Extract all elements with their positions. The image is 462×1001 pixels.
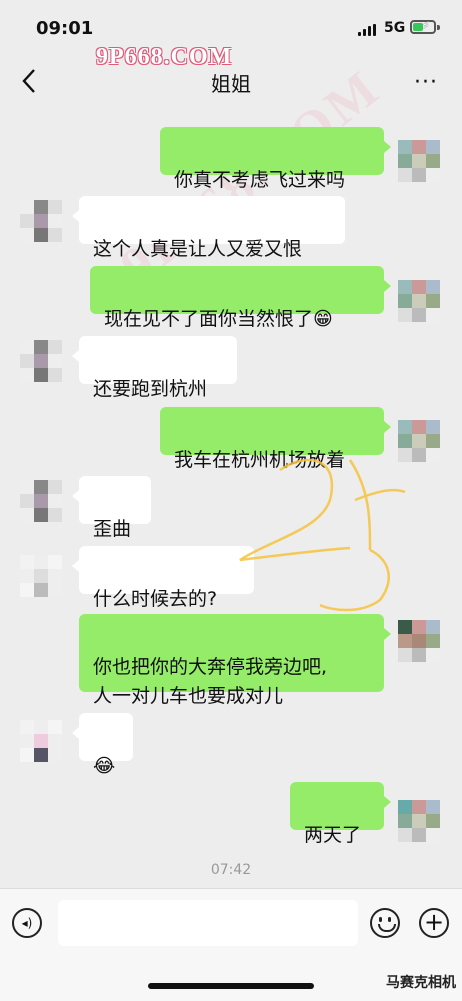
plus-icon[interactable]: + [419,908,449,938]
my-avatar[interactable] [398,800,440,842]
contact-avatar[interactable] [20,200,62,242]
network-label: 5G [384,20,406,36]
chat-header: 姐姐 ··· [0,58,462,104]
home-indicator [148,983,314,989]
status-time: 09:01 [36,18,94,39]
message-bubble-incoming[interactable]: 😂 [72,713,133,777]
grin-emoji-icon: 😁 [313,308,333,330]
message-timestamp: 07:42 [210,862,252,878]
message-text: 你真不考虑飞过来吗 [174,169,346,191]
voice-input-icon[interactable]: ◂) [12,908,42,938]
message-text: 什么时候去的? [93,588,218,610]
handwritten-scribble [239,458,406,612]
message-bubble-incoming[interactable]: 还要跑到杭州 [72,336,237,400]
message-bubble-outgoing[interactable]: 现在见不了面你当然恨了😁 [90,266,391,330]
contact-avatar[interactable] [20,720,62,762]
message-bubble-incoming[interactable]: 这个人真是让人又爱又恨 [72,196,345,260]
message-bubble-outgoing[interactable]: 你真不考虑飞过来吗 [160,127,391,191]
battery-icon: ⚡ [410,19,436,34]
more-options-icon[interactable]: ··· [414,70,438,95]
laughing-emoji-icon: 😂 [93,755,116,777]
message-text: 两天了 [304,824,362,846]
message-text: 歪曲 [93,518,132,540]
emoji-icon[interactable] [370,908,400,938]
contact-avatar[interactable] [20,555,62,597]
message-input[interactable] [58,900,358,946]
message-bubble-incoming[interactable]: 歪曲 [72,476,151,540]
signal-icon [358,24,378,36]
message-text: 现在见不了面你当然恨了 [104,308,314,330]
contact-avatar[interactable] [20,340,62,382]
battery-cap [437,25,440,30]
my-avatar[interactable] [398,140,440,182]
chat-title: 姐姐 [211,72,251,96]
contact-avatar[interactable] [20,480,62,522]
message-bubble-outgoing[interactable]: 两天了 [290,782,391,846]
message-text: 还要跑到杭州 [93,378,208,400]
my-avatar[interactable] [398,280,440,322]
message-text: 这个人真是让人又爱又恨 [93,238,303,260]
watermark-corner: 马赛克相机 [386,975,456,991]
message-text: 你也把你的大奔停我旁边吧, 人一对儿车也要成对儿 [93,656,328,707]
